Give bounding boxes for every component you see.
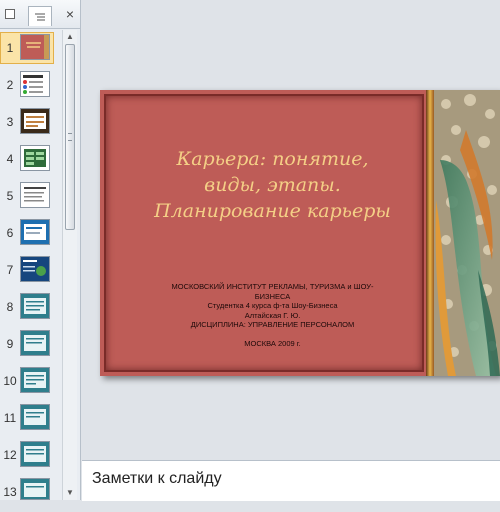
slide-thumbnail-image bbox=[20, 182, 50, 208]
thumbnail-number: 10 bbox=[3, 374, 17, 388]
subtitle-line: БИЗНЕСА bbox=[254, 291, 291, 301]
thumbnail-number: 4 bbox=[6, 152, 14, 166]
scroll-down-arrow-icon[interactable]: ▼ bbox=[63, 486, 77, 500]
thumbnail-number: 13 bbox=[3, 485, 17, 499]
thumbnail-1[interactable]: 1 bbox=[0, 32, 62, 68]
thumbnail-8[interactable]: 8 bbox=[0, 291, 62, 327]
slide-thumbnail-image bbox=[20, 478, 50, 500]
slide-thumbnail-image bbox=[20, 441, 50, 467]
thumbnail-13[interactable]: 13 bbox=[0, 476, 62, 512]
thumbnail-4[interactable]: 4 bbox=[0, 143, 62, 179]
thumbnail-number: 7 bbox=[6, 263, 14, 277]
scroll-up-arrow-icon[interactable]: ▲ bbox=[63, 30, 77, 44]
subtitle-line: Студентка 4 курса ф-та Шоу-Бизнеса bbox=[207, 301, 338, 310]
slide-thumbnail-image bbox=[20, 34, 50, 60]
slides-panel: × 1 2 3 4 5 6 7 8 9 10 11 12 13 ▲ ▼ bbox=[0, 0, 81, 500]
slide-thumbnail-image bbox=[20, 256, 50, 282]
current-slide[interactable]: Карьера: понятие, виды, этапы. Планирова… bbox=[100, 90, 500, 376]
thumbnail-number: 5 bbox=[6, 189, 14, 203]
thumbnail-9[interactable]: 9 bbox=[0, 328, 62, 364]
subtitle-line: МОСКОВСКИЙ ИНСТИТУТ РЕКЛАМЫ, ТУРИЗМА и Ш… bbox=[171, 282, 374, 291]
thumbnail-number: 11 bbox=[3, 411, 17, 425]
slide-title[interactable]: Карьера: понятие, виды, этапы. Планирова… bbox=[120, 146, 425, 224]
slide-thumbnail-image bbox=[20, 293, 50, 319]
scrollbar-thumb[interactable] bbox=[65, 44, 75, 230]
thumbnail-number: 3 bbox=[6, 115, 14, 129]
slide-subtitle[interactable]: МОСКОВСКИЙ ИНСТИТУТ РЕКЛАМЫ, ТУРИЗМА и Ш… bbox=[120, 282, 425, 348]
slides-tab-icon[interactable] bbox=[28, 6, 52, 26]
title-line: Планирование карьеры bbox=[154, 200, 391, 222]
thumbnail-list: 1 2 3 4 5 6 7 8 9 10 11 12 13 bbox=[0, 30, 62, 500]
slide-thumbnail-image bbox=[20, 404, 50, 430]
subtitle-line: Алтайская Г. Ю. bbox=[244, 310, 301, 320]
notes-pane[interactable]: Заметки к слайду bbox=[82, 460, 500, 501]
slide-thumbnail-image bbox=[20, 367, 50, 393]
thumbnail-3[interactable]: 3 bbox=[0, 106, 62, 142]
title-line: Карьера: понятие, bbox=[176, 148, 369, 170]
thumbnail-5[interactable]: 5 bbox=[0, 180, 62, 216]
slide-thumbnail-image bbox=[20, 145, 50, 171]
slide-thumbnail-image bbox=[20, 330, 50, 356]
thumbnail-7[interactable]: 7 bbox=[0, 254, 62, 290]
outline-tab-icon[interactable] bbox=[2, 6, 18, 22]
panel-tabs: × bbox=[0, 0, 80, 29]
subtitle-line: ДИСЦИПЛИНА: УПРАВЛЕНИЕ ПЕРСОНАЛОМ bbox=[190, 320, 355, 329]
slide-thumbnail-image bbox=[20, 108, 50, 134]
slide-thumbnail-image bbox=[20, 71, 50, 97]
slide-thumbnail-image bbox=[20, 219, 50, 245]
thumbnail-number: 12 bbox=[3, 448, 17, 462]
thumbnail-number: 1 bbox=[6, 41, 14, 55]
thumbnail-number: 9 bbox=[6, 337, 14, 351]
close-pane-icon[interactable]: × bbox=[62, 6, 78, 22]
thumbnail-scrollbar[interactable]: ▲ ▼ bbox=[62, 30, 77, 500]
thumbnail-number: 8 bbox=[6, 300, 14, 314]
thumbnail-number: 6 bbox=[6, 226, 14, 240]
title-line: виды, этапы. bbox=[204, 174, 341, 196]
thumbnail-12[interactable]: 12 bbox=[0, 439, 62, 475]
thumbnail-number: 2 bbox=[6, 78, 14, 92]
decorative-floral-panel bbox=[426, 90, 500, 376]
notes-placeholder[interactable]: Заметки к слайду bbox=[92, 470, 222, 488]
thumbnail-2[interactable]: 2 bbox=[0, 69, 62, 105]
thumbnail-10[interactable]: 10 bbox=[0, 365, 62, 401]
subtitle-line: МОСКВА 2009 г. bbox=[244, 338, 301, 348]
thumbnail-6[interactable]: 6 bbox=[0, 217, 62, 253]
thumbnail-11[interactable]: 11 bbox=[0, 402, 62, 438]
